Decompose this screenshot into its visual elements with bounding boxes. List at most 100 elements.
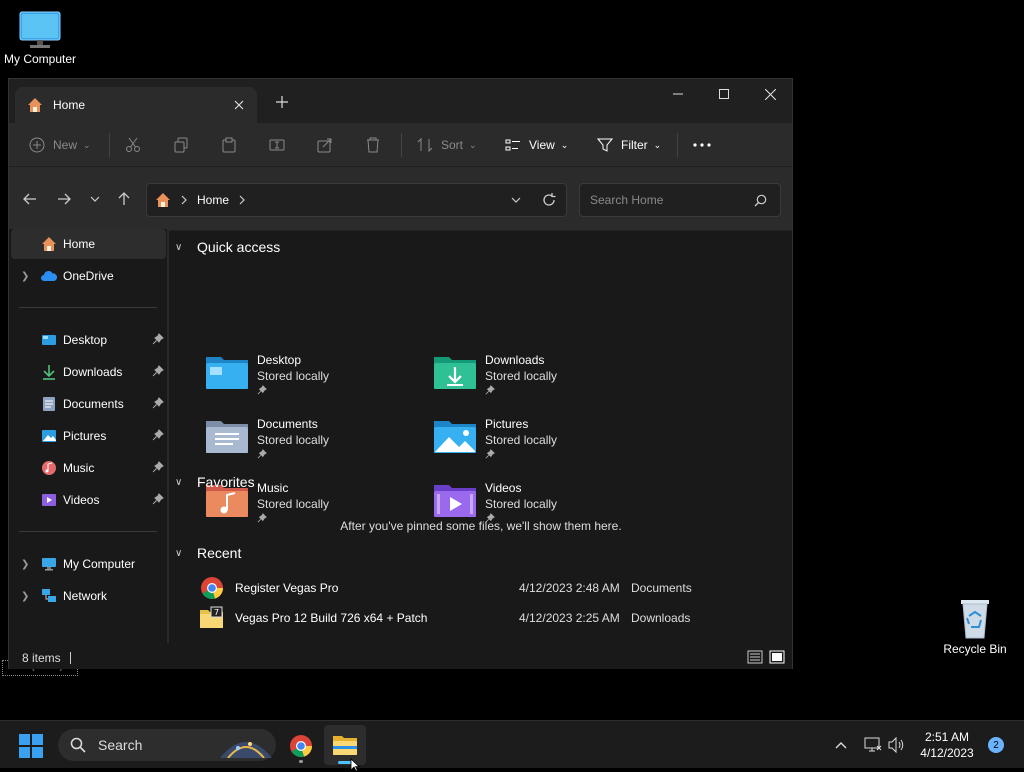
quick-access-item-desktop[interactable]: Desktop Stored locally [205, 351, 425, 411]
sidebar-item-desktop[interactable]: Desktop [11, 325, 166, 355]
copy-button[interactable] [173, 129, 189, 161]
minimize-icon [673, 93, 683, 95]
sidebar-item-label: Home [63, 237, 96, 251]
copy-icon [174, 137, 188, 153]
rename-button[interactable] [269, 129, 285, 161]
sidebar-item-my-computer[interactable]: ❯ My Computer [11, 549, 166, 579]
search-box[interactable] [579, 183, 781, 217]
notification-badge[interactable]: 2 [988, 737, 1004, 753]
recent-row[interactable]: Register Vegas Pro 4/12/2023 2:48 AM Doc… [199, 574, 759, 602]
share-button[interactable] [317, 129, 333, 161]
plus-circle-icon [29, 137, 45, 153]
file-explorer-icon [333, 736, 357, 755]
sort-button[interactable]: Sort ⌄ [417, 129, 477, 161]
more-icon [693, 143, 711, 147]
pin-icon[interactable] [152, 365, 164, 377]
clock-time: 2:51 AM [924, 730, 970, 744]
chevron-up-icon[interactable] [835, 741, 847, 749]
network-status-icon[interactable] [864, 737, 882, 753]
chevron-right-icon[interactable] [239, 195, 245, 205]
sidebar-item-videos[interactable]: Videos [11, 485, 166, 515]
view-button[interactable]: View ⌄ [505, 129, 568, 161]
taskbar-search[interactable]: Search [58, 729, 276, 761]
section-title: Quick access [197, 239, 281, 255]
mouse-cursor-icon [350, 758, 360, 772]
recycle-bin-icon [961, 600, 989, 639]
taskbar-search-label: Search [98, 737, 143, 753]
chevron-right-icon[interactable]: ❯ [21, 271, 29, 282]
pin-icon[interactable] [152, 397, 164, 409]
navigation-pane: Home ❯ OneDrive Desktop Downloads Docume… [9, 229, 169, 643]
up-button[interactable] [112, 187, 136, 211]
paste-button[interactable] [221, 129, 237, 161]
details-view-icon[interactable] [747, 649, 763, 665]
recent-file-name: Register Vegas Pro [235, 581, 339, 595]
home-icon [42, 237, 56, 251]
pin-icon[interactable] [152, 429, 164, 441]
section-recent[interactable]: ∨ Recent [175, 545, 241, 561]
pin-icon[interactable] [152, 461, 164, 473]
sidebar-item-home[interactable]: Home [11, 229, 166, 259]
sidebar-item-pictures[interactable]: Pictures [11, 421, 166, 451]
title-bar[interactable]: Home [9, 79, 792, 123]
home-icon [156, 193, 170, 207]
pin-icon [485, 449, 495, 459]
tiles-view-icon[interactable] [769, 649, 785, 665]
sidebar-item-network[interactable]: ❯ Network [11, 581, 166, 611]
section-quick-access[interactable]: ∨ Quick access [175, 239, 280, 255]
taskbar-app-chrome[interactable] [286, 731, 316, 763]
address-dropdown-icon[interactable] [511, 197, 521, 203]
cut-button[interactable] [125, 129, 141, 161]
pin-icon[interactable] [152, 333, 164, 345]
quick-access-item-pictures[interactable]: Pictures Stored locally [433, 415, 653, 475]
system-clock[interactable]: 2:51 AM 4/12/2023 [912, 729, 982, 761]
address-bar[interactable]: Home [146, 183, 567, 217]
minimize-button[interactable] [655, 79, 701, 109]
recent-file-location: Downloads [631, 611, 691, 625]
svg-text:7: 7 [214, 608, 219, 617]
recent-row[interactable]: 7 Vegas Pro 12 Build 726 x64 + Patch 4/1… [199, 604, 759, 632]
document-icon [43, 397, 55, 411]
search-input[interactable] [588, 192, 748, 208]
sidebar-item-label: Pictures [63, 429, 107, 443]
pin-icon[interactable] [152, 493, 164, 505]
computer-icon [42, 558, 56, 571]
sidebar-item-documents[interactable]: Documents [11, 389, 166, 419]
sidebar-item-downloads[interactable]: Downloads [11, 357, 166, 387]
pictures-folder-icon [434, 421, 476, 453]
breadcrumb-home[interactable]: Home [197, 193, 229, 207]
more-options-button[interactable] [693, 129, 711, 161]
quick-access-item-documents[interactable]: Documents Stored locally [205, 415, 425, 475]
chevron-right-icon[interactable]: ❯ [21, 591, 29, 602]
section-favorites[interactable]: ∨ Favorites [175, 474, 255, 490]
tab-home[interactable]: Home [15, 87, 257, 123]
filter-icon [597, 138, 613, 152]
refresh-icon[interactable] [542, 193, 556, 207]
chevron-right-icon[interactable]: ❯ [21, 559, 29, 570]
close-window-button[interactable] [747, 79, 793, 109]
sidebar-divider [19, 307, 157, 308]
filter-button[interactable]: Filter ⌄ [597, 129, 661, 161]
delete-button[interactable] [365, 129, 381, 161]
chrome-icon [201, 577, 224, 600]
close-tab-icon[interactable] [229, 95, 249, 115]
maximize-button[interactable] [701, 79, 747, 109]
recent-locations-button[interactable] [83, 187, 107, 211]
desktop-icon-recycle-bin[interactable]: Recycle Bin [938, 598, 1012, 656]
zip-folder-icon: 7 [200, 606, 223, 628]
sidebar-item-music[interactable]: Music [11, 453, 166, 483]
back-button[interactable] [18, 187, 42, 211]
sidebar-item-onedrive[interactable]: ❯ OneDrive [11, 261, 166, 291]
sidebar-item-label: Downloads [63, 365, 123, 379]
sidebar-item-label: Music [63, 461, 95, 475]
item-status: Stored locally [485, 497, 558, 511]
desktop-icon-my-computer[interactable]: My Computer [2, 10, 78, 66]
chevron-down-icon: ⌄ [653, 139, 662, 150]
volume-icon[interactable] [888, 737, 906, 753]
new-tab-button[interactable] [271, 91, 293, 113]
quick-access-item-downloads[interactable]: Downloads Stored locally [433, 351, 653, 411]
start-button[interactable] [18, 733, 44, 759]
chevron-down-icon: ∨ [175, 241, 183, 253]
forward-button[interactable] [52, 187, 76, 211]
new-button[interactable]: New ⌄ [29, 129, 91, 161]
